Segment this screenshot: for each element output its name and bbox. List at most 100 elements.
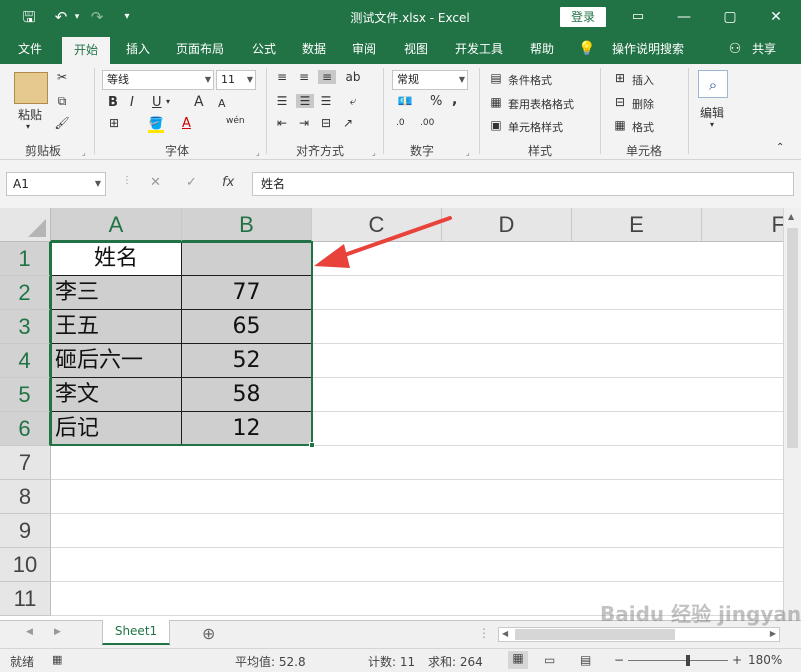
tab-data[interactable]: 数据 — [292, 34, 336, 64]
share-button[interactable]: 共享 — [746, 34, 782, 64]
cell-styles-icon[interactable]: ▣ — [488, 118, 504, 132]
horizontal-scrollbar[interactable]: ◀ ▶ — [498, 627, 780, 642]
align-left-icon[interactable]: ☰ — [274, 94, 290, 108]
alignment-launcher-icon[interactable]: ⌟ — [372, 148, 376, 157]
cut-icon[interactable]: ✂ — [54, 70, 70, 84]
next-sheet-icon[interactable]: ▶ — [54, 627, 61, 637]
tab-page-layout[interactable]: 页面布局 — [168, 34, 232, 64]
row-header-5[interactable]: 5 — [0, 378, 51, 412]
login-button[interactable]: 登录 — [560, 7, 606, 27]
phonetic-button[interactable]: wén — [226, 116, 245, 126]
tab-home[interactable]: 开始 — [62, 37, 110, 64]
select-all-corner[interactable] — [0, 208, 51, 242]
format-cells-button[interactable]: 格式 — [632, 119, 654, 135]
percent-button[interactable]: % — [430, 94, 442, 109]
row-header-3[interactable]: 3 — [0, 310, 51, 344]
increase-decimal-button[interactable]: .0 — [396, 118, 405, 128]
tab-developer[interactable]: 开发工具 — [446, 34, 512, 64]
vertical-scroll-thumb[interactable] — [787, 228, 798, 448]
row-header-7[interactable]: 7 — [0, 446, 51, 480]
save-icon[interactable]: 🖫 — [18, 7, 40, 27]
cell-a1[interactable]: 姓名 — [51, 242, 182, 276]
page-break-view-icon[interactable]: ▤ — [580, 653, 591, 667]
fill-handle[interactable] — [309, 442, 315, 448]
maximize-icon[interactable]: ▢ — [710, 4, 750, 30]
cell-b4[interactable]: 52 — [182, 344, 312, 378]
format-as-table-icon[interactable]: ▦ — [488, 95, 504, 109]
undo-icon[interactable]: ↶ — [50, 7, 72, 27]
decrease-decimal-button[interactable]: .00 — [420, 118, 434, 128]
merge-center-icon[interactable]: ⊟ — [318, 116, 334, 130]
collapse-ribbon-icon[interactable]: ⌃ — [776, 142, 784, 153]
scroll-left-icon[interactable]: ◀ — [502, 629, 508, 638]
row-header-4[interactable]: 4 — [0, 344, 51, 378]
cell-a2[interactable]: 李三 — [51, 276, 182, 310]
delete-cells-icon[interactable]: ⊟ — [612, 95, 628, 109]
zoom-in-button[interactable]: + — [732, 653, 742, 667]
row-header-10[interactable]: 10 — [0, 548, 51, 582]
horizontal-scroll-thumb[interactable] — [515, 629, 675, 640]
enter-icon[interactable]: ✓ — [186, 175, 197, 190]
customize-quick-access-icon[interactable]: ▾ — [120, 7, 134, 27]
cell-a3[interactable]: 王五 — [51, 310, 182, 344]
text-direction-icon[interactable]: ↗ — [338, 116, 358, 130]
name-box[interactable]: A1 ▼ — [6, 172, 106, 196]
paste-button[interactable]: 粘贴 — [18, 106, 42, 123]
cell-b5[interactable]: 58 — [182, 378, 312, 412]
wrap-text-icon[interactable]: ⤶ — [344, 94, 362, 109]
paste-icon[interactable] — [14, 72, 48, 104]
row-header-1[interactable]: 1 — [0, 242, 51, 276]
paste-dropdown-icon[interactable]: ▾ — [26, 122, 30, 131]
font-name-select[interactable]: 等线 ▼ — [102, 70, 214, 90]
align-center-icon[interactable]: ☰ — [296, 94, 314, 108]
clipboard-launcher-icon[interactable]: ⌟ — [82, 148, 86, 157]
grow-font-button[interactable]: A — [194, 94, 204, 110]
format-cells-icon[interactable]: ▦ — [612, 118, 628, 132]
macro-record-icon[interactable]: ▦ — [52, 653, 62, 666]
align-top-icon[interactable]: ≡ — [274, 70, 290, 84]
cell-b6[interactable]: 12 — [182, 412, 312, 446]
editing-button[interactable]: 编辑 — [700, 104, 724, 121]
cell-a4[interactable]: 砸后六一 — [51, 344, 182, 378]
font-size-select[interactable]: 11 ▼ — [216, 70, 256, 90]
conditional-format-button[interactable]: 条件格式 — [508, 72, 552, 88]
tab-view[interactable]: 视图 — [394, 34, 438, 64]
format-painter-icon[interactable]: 🖌 — [54, 116, 70, 130]
normal-view-icon[interactable]: ▦ — [508, 651, 528, 669]
ribbon-display-options-icon[interactable]: ▭ — [618, 4, 658, 30]
undo-dropdown-icon[interactable]: ▾ — [72, 7, 82, 27]
column-header-a[interactable]: A — [51, 208, 182, 242]
close-icon[interactable]: ✕ — [756, 4, 796, 30]
prev-sheet-icon[interactable]: ◀ — [26, 627, 33, 637]
cell-a5[interactable]: 李文 — [51, 378, 182, 412]
fill-color-icon[interactable]: 🪣 — [148, 116, 164, 133]
redo-icon[interactable]: ↷ — [86, 7, 108, 27]
align-middle-icon[interactable]: ≡ — [296, 70, 312, 84]
column-header-e[interactable]: E — [572, 208, 702, 242]
tab-file[interactable]: 文件 — [8, 34, 52, 64]
delete-cells-button[interactable]: 删除 — [632, 96, 654, 112]
column-header-f[interactable]: F — [702, 208, 792, 242]
currency-icon[interactable]: 💶 — [394, 94, 416, 108]
underline-button[interactable]: U — [152, 95, 162, 110]
orientation-icon[interactable]: ab — [344, 70, 362, 84]
vertical-scrollbar[interactable]: ▲ — [783, 208, 801, 620]
editing-dropdown-icon[interactable]: ▾ — [710, 120, 714, 129]
minimize-icon[interactable]: — — [664, 4, 704, 30]
row-header-9[interactable]: 9 — [0, 514, 51, 548]
cell-b1[interactable] — [182, 242, 312, 276]
sheet-tab-sheet1[interactable]: Sheet1 — [102, 620, 170, 645]
split-handle-icon[interactable]: ⋮ — [478, 626, 490, 640]
row-header-6[interactable]: 6 — [0, 412, 51, 446]
align-right-icon[interactable]: ☰ — [318, 94, 334, 108]
cell-b3[interactable]: 65 — [182, 310, 312, 344]
formula-input[interactable]: 姓名 — [252, 172, 794, 196]
italic-button[interactable]: I — [130, 95, 134, 110]
number-launcher-icon[interactable]: ⌟ — [466, 148, 470, 157]
insert-cells-icon[interactable]: ⊞ — [612, 71, 628, 85]
comma-button[interactable]: , — [452, 92, 457, 108]
row-header-2[interactable]: 2 — [0, 276, 51, 310]
zoom-out-button[interactable]: − — [614, 653, 624, 667]
add-sheet-icon[interactable]: ⊕ — [202, 624, 215, 643]
decrease-indent-icon[interactable]: ⇤ — [274, 116, 290, 130]
